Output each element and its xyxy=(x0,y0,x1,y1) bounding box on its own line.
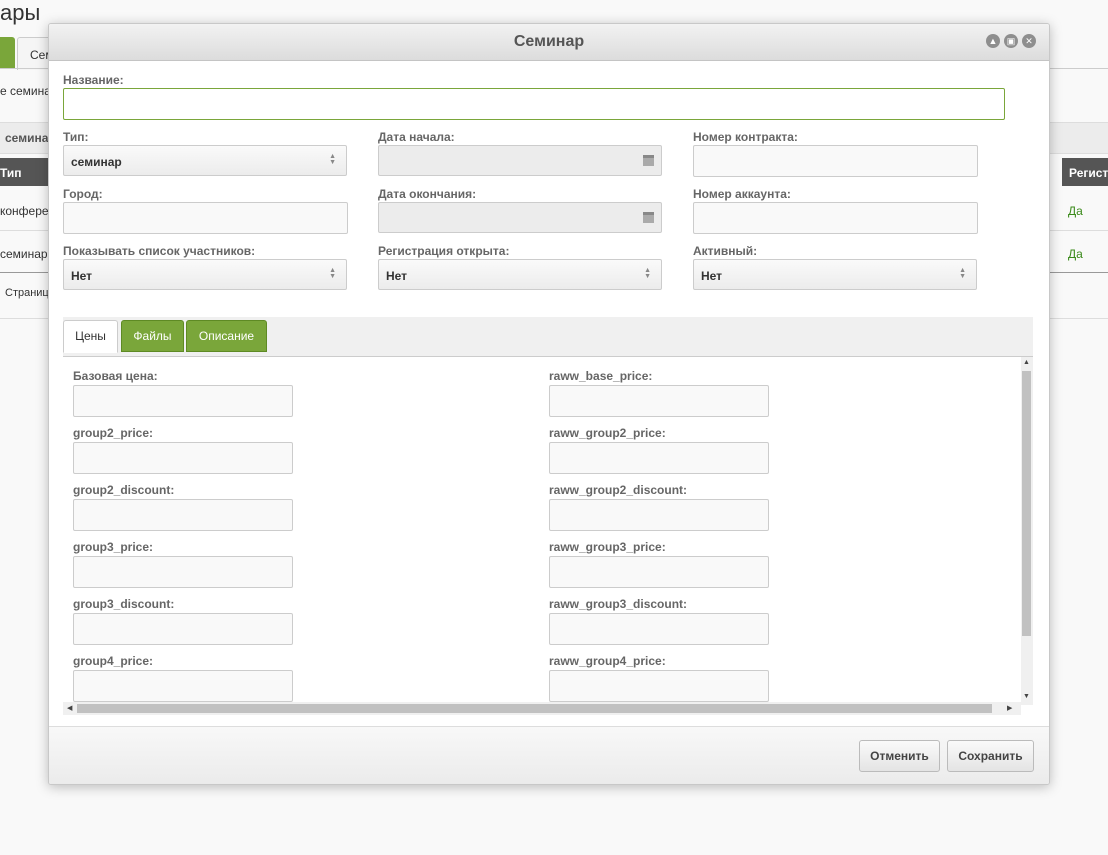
scroll-down-icon[interactable]: ▼ xyxy=(1023,693,1030,700)
select-arrows-icon: ▲ ▼ xyxy=(329,267,336,280)
prices-panel: Базовая цена: group2_price: group2_disco… xyxy=(63,357,1033,705)
table-header-registration[interactable]: Регист xyxy=(1062,158,1108,186)
group2-discount-input[interactable] xyxy=(73,499,293,531)
dialog-header[interactable]: Семинар ▲ ▣ ✕ xyxy=(49,24,1049,61)
page-subtext: е семина xyxy=(0,84,51,98)
table-header-type[interactable]: Тип xyxy=(0,158,50,186)
scroll-right-icon[interactable]: ▶ xyxy=(1007,704,1012,712)
price-label: raww_base_price: xyxy=(549,369,653,383)
seminar-dialog: Семинар ▲ ▣ ✕ Название: Тип: семинар ▲ ▼ … xyxy=(48,23,1050,785)
price-label: raww_group3_discount: xyxy=(549,597,688,611)
horizontal-scroll-thumb[interactable] xyxy=(77,704,992,713)
end-date-label: Дата окончания: xyxy=(378,187,477,201)
price-label: group4_price: xyxy=(73,654,154,668)
tab-prices[interactable]: Цены xyxy=(63,320,118,353)
dialog-title: Семинар xyxy=(513,33,585,50)
pagination-label: Страниц xyxy=(5,287,49,299)
city-input[interactable] xyxy=(63,202,348,234)
group4-price-input[interactable] xyxy=(73,670,293,702)
type-select-value: семинар xyxy=(71,155,122,169)
active-select[interactable]: Нет ▲ ▼ xyxy=(693,259,977,290)
show-participants-select[interactable]: Нет ▲ ▼ xyxy=(63,259,347,290)
calendar-icon[interactable] xyxy=(643,155,654,166)
start-date-label: Дата начала: xyxy=(378,130,455,144)
price-label: group3_price: xyxy=(73,540,154,554)
vertical-scrollbar[interactable]: ▲ ▼ xyxy=(1021,357,1033,705)
price-label: raww_group2_discount: xyxy=(549,483,688,497)
price-label: raww_group2_price: xyxy=(549,426,666,440)
table-cell-type: конфере xyxy=(0,204,49,218)
select-arrows-icon: ▲ ▼ xyxy=(329,153,336,166)
price-label: raww_group3_price: xyxy=(549,540,666,554)
tab-files[interactable]: Файлы xyxy=(121,320,184,352)
group3-discount-input[interactable] xyxy=(73,613,293,645)
table-cell-registration: Да xyxy=(1068,247,1083,261)
maximize-icon[interactable]: ▣ xyxy=(1004,34,1018,48)
horizontal-scrollbar[interactable]: ◀ ▶ xyxy=(63,702,1021,715)
account-number-label: Номер аккаунта: xyxy=(693,187,791,201)
scroll-up-icon[interactable]: ▲ xyxy=(1023,359,1030,366)
minimize-icon[interactable]: ▲ xyxy=(986,34,1000,48)
account-number-input[interactable] xyxy=(693,202,978,234)
calendar-icon[interactable] xyxy=(643,212,654,223)
tabs-bar: Цены Файлы Описание xyxy=(63,317,1033,357)
close-icon[interactable]: ✕ xyxy=(1022,34,1036,48)
raww-group2-price-input[interactable] xyxy=(549,442,769,474)
active-label: Активный: xyxy=(693,244,758,258)
show-participants-value: Нет xyxy=(71,269,93,283)
tab-partial-green[interactable] xyxy=(0,37,15,69)
type-label: Тип: xyxy=(63,130,89,144)
raww-group3-price-input[interactable] xyxy=(549,556,769,588)
save-button[interactable]: Сохранить xyxy=(947,740,1034,772)
price-label: group2_discount: xyxy=(73,483,175,497)
scroll-left-icon[interactable]: ◀ xyxy=(67,704,72,712)
table-cell-type: семинар xyxy=(0,247,48,261)
select-arrows-icon: ▲ ▼ xyxy=(959,267,966,280)
raww-group4-price-input[interactable] xyxy=(549,670,769,702)
name-label: Название: xyxy=(63,73,124,87)
vertical-scroll-thumb[interactable] xyxy=(1022,371,1031,636)
active-value: Нет xyxy=(701,269,723,283)
price-label: group3_discount: xyxy=(73,597,175,611)
group2-price-input[interactable] xyxy=(73,442,293,474)
city-label: Город: xyxy=(63,187,103,201)
registration-open-label: Регистрация открыта: xyxy=(378,244,510,258)
start-date-input[interactable] xyxy=(378,145,662,176)
raww-base-price-input[interactable] xyxy=(549,385,769,417)
type-select[interactable]: семинар ▲ ▼ xyxy=(63,145,347,176)
price-label: Базовая цена: xyxy=(73,369,158,383)
raww-group3-discount-input[interactable] xyxy=(549,613,769,645)
table-cell-registration: Да xyxy=(1068,204,1083,218)
price-label: raww_group4_price: xyxy=(549,654,666,668)
raww-group2-discount-input[interactable] xyxy=(549,499,769,531)
select-arrows-icon: ▲ ▼ xyxy=(644,267,651,280)
contract-number-input[interactable] xyxy=(693,145,978,177)
show-participants-label: Показывать список участников: xyxy=(63,244,256,258)
name-input[interactable] xyxy=(63,88,1005,120)
tab-description[interactable]: Описание xyxy=(186,320,267,352)
page-title: ары xyxy=(0,0,41,25)
filter-label: семина xyxy=(5,131,49,145)
dialog-footer: Отменить Сохранить xyxy=(49,726,1049,784)
end-date-input[interactable] xyxy=(378,202,662,233)
registration-open-value: Нет xyxy=(386,269,408,283)
price-label: group2_price: xyxy=(73,426,154,440)
dialog-body: Название: Тип: семинар ▲ ▼ Дата начала: Н… xyxy=(49,61,1049,726)
cancel-button[interactable]: Отменить xyxy=(859,740,940,772)
base-price-input[interactable] xyxy=(73,385,293,417)
registration-open-select[interactable]: Нет ▲ ▼ xyxy=(378,259,662,290)
contract-number-label: Номер контракта: xyxy=(693,130,798,144)
group3-price-input[interactable] xyxy=(73,556,293,588)
